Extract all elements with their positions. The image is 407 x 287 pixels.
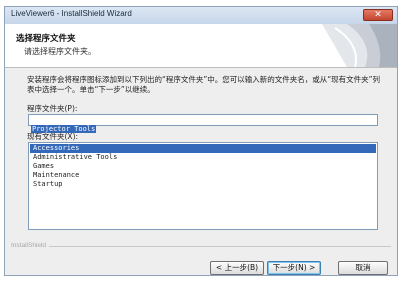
list-item-startup[interactable]: Startup <box>30 180 376 189</box>
program-folder-label: 程序文件夹(P): <box>27 104 78 113</box>
list-item-games[interactable]: Games <box>30 162 376 171</box>
close-icon: ✕ <box>374 10 382 20</box>
list-item-maintenance[interactable]: Maintenance <box>30 171 376 180</box>
instruction-text: 安装程序会将程序图标添加到以下列出的“程序文件夹”中。您可以输入新的文件夹名，或… <box>27 75 381 94</box>
existing-folders-list[interactable]: Accessories Administrative Tools Games M… <box>28 142 378 230</box>
installer-window: LiveViewer6 - InstallShield Wizard ✕ 选择程… <box>4 6 398 276</box>
wizard-header: 选择程序文件夹 请选择程序文件夹。 <box>5 24 397 68</box>
program-folder-input[interactable]: Projector Tools <box>28 114 378 133</box>
list-item-accessories[interactable]: Accessories <box>30 144 376 153</box>
list-item-administrative-tools[interactable]: Administrative Tools <box>30 153 376 162</box>
window-title: LiveViewer6 - InstallShield Wizard <box>11 9 132 18</box>
header-subtitle: 请选择程序文件夹。 <box>24 47 96 56</box>
back-button[interactable]: < 上一步(B) <box>210 261 264 275</box>
cancel-button[interactable]: 取消 <box>338 261 388 275</box>
header-title: 选择程序文件夹 <box>16 34 76 44</box>
footer-divider <box>11 246 391 247</box>
header-graphic-icon <box>322 24 397 67</box>
next-button[interactable]: 下一步(N) > <box>267 261 321 275</box>
close-button[interactable]: ✕ <box>363 9 393 21</box>
title-bar[interactable]: LiveViewer6 - InstallShield Wizard ✕ <box>5 7 397 25</box>
existing-folders-label: 现有文件夹(X): <box>27 132 79 141</box>
installshield-brand: InstallShield <box>11 242 50 249</box>
